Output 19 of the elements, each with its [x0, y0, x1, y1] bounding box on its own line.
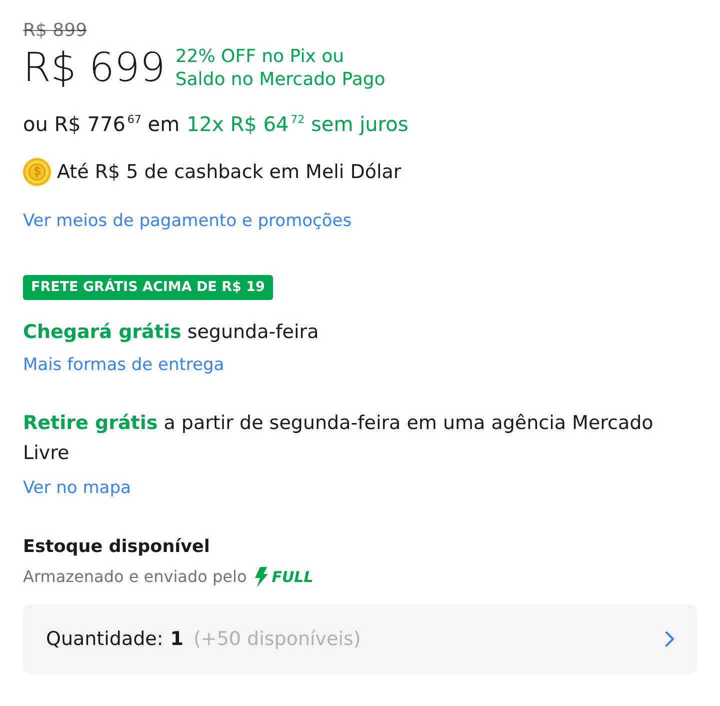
- payment-methods-link[interactable]: Ver meios de pagamento e promoções: [23, 210, 352, 232]
- pix-discount-text: 22% OFF no Pix ou Saldo no Mercado Pago: [175, 45, 386, 91]
- free-shipping-badge: FRETE GRÁTIS ACIMA DE R$ 19: [23, 275, 273, 300]
- original-price: R$ 899: [23, 20, 88, 42]
- lightning-bolt-icon: [254, 567, 268, 587]
- map-link[interactable]: Ver no mapa: [23, 477, 131, 499]
- coin-icon: [23, 158, 51, 186]
- installment-total: ou R$ 776$^{67}$ em: [23, 111, 180, 138]
- chevron-right-icon: [665, 631, 675, 647]
- cashback-text: Até R$ 5 de cashback em Meli Dólar: [57, 160, 402, 184]
- current-price: R$ 699: [23, 44, 166, 92]
- logo-text: FULL: [272, 567, 314, 587]
- stock-title: Estoque disponível: [23, 536, 210, 559]
- delivery-text: Chegará grátis segunda-feira: [23, 320, 319, 344]
- fulfillment-text: Armazenado e enviado pelo: [23, 566, 247, 588]
- installment-offer: 12x R$ 64$^{72}$ sem juros: [186, 111, 408, 138]
- pickup-text: Retire grátis a partir de segunda-feira em uma agência Mercado Livre: [23, 411, 654, 466]
- quantity-selector[interactable]: Quantidade: 1 (+50 disponíveis): [23, 604, 697, 674]
- delivery-options-link[interactable]: Mais formas de entrega: [23, 354, 224, 376]
